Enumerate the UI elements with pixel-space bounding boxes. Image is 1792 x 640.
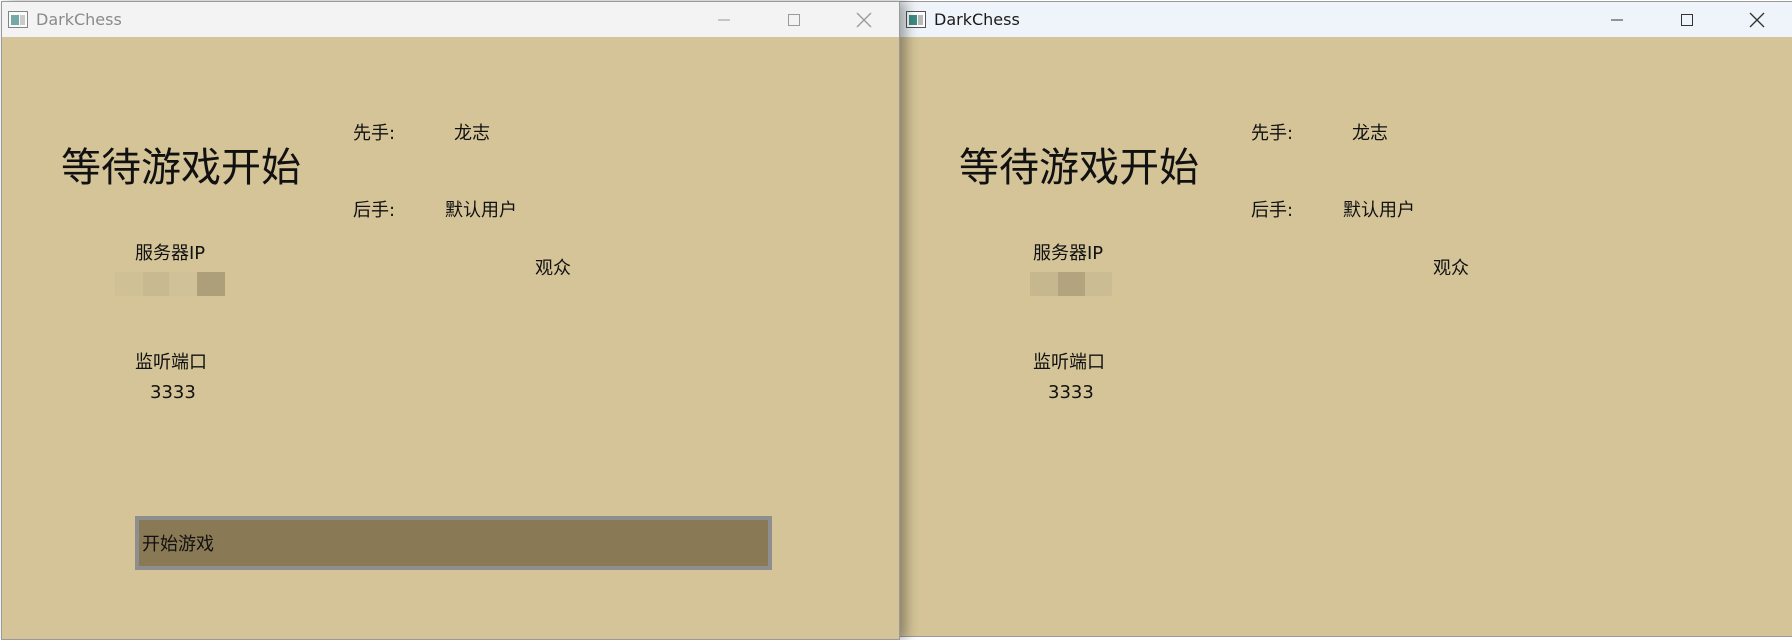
window-controls bbox=[1582, 2, 1792, 37]
minimize-button[interactable] bbox=[689, 2, 759, 37]
game-status-title: 等待游戏开始 bbox=[959, 145, 1199, 191]
first-player-value: 龙志 bbox=[1352, 123, 1388, 144]
maximize-button[interactable] bbox=[759, 2, 829, 37]
maximize-button[interactable] bbox=[1652, 2, 1722, 37]
left-window: DarkChess 等待游戏开始 先手: 龙志 后手: 默认用户 观众 服务器I… bbox=[1, 1, 900, 640]
maximize-icon bbox=[1681, 13, 1693, 26]
title-bar[interactable]: DarkChess bbox=[900, 2, 1792, 37]
first-player-label: 先手: bbox=[353, 123, 396, 144]
first-player-label: 先手: bbox=[1251, 123, 1294, 144]
close-icon bbox=[1749, 12, 1765, 27]
second-player-label: 后手: bbox=[1251, 200, 1294, 221]
close-button[interactable] bbox=[1722, 2, 1792, 37]
window-content: 等待游戏开始 先手: 龙志 后手: 默认用户 观众 服务器IP 监听端口 333… bbox=[2, 37, 899, 639]
start-game-button[interactable]: 开始游戏 bbox=[135, 516, 772, 570]
second-player-value: 默认用户 bbox=[1343, 200, 1415, 221]
listen-port-field[interactable]: 3333 bbox=[1048, 382, 1094, 403]
close-icon bbox=[856, 12, 872, 27]
minimize-button[interactable] bbox=[1582, 2, 1652, 37]
server-ip-label: 服务器IP bbox=[1033, 243, 1104, 264]
app-window-icon bbox=[8, 11, 28, 28]
game-status-title: 等待游戏开始 bbox=[61, 145, 301, 191]
window-controls bbox=[689, 2, 899, 37]
server-ip-field[interactable] bbox=[115, 272, 225, 296]
close-button[interactable] bbox=[829, 2, 899, 37]
server-ip-field[interactable] bbox=[1030, 272, 1112, 296]
minimize-icon bbox=[1611, 19, 1623, 20]
audience-label: 观众 bbox=[1433, 258, 1469, 279]
listen-port-label: 监听端口 bbox=[1033, 352, 1105, 373]
window-title: DarkChess bbox=[934, 10, 1020, 29]
app-window-icon bbox=[906, 11, 926, 28]
second-player-value: 默认用户 bbox=[445, 200, 517, 221]
audience-label: 观众 bbox=[535, 258, 571, 279]
first-player-value: 龙志 bbox=[454, 123, 490, 144]
server-ip-label: 服务器IP bbox=[135, 243, 206, 264]
listen-port-label: 监听端口 bbox=[135, 352, 207, 373]
minimize-icon bbox=[718, 19, 730, 20]
maximize-icon bbox=[788, 13, 800, 26]
second-player-label: 后手: bbox=[353, 200, 396, 221]
title-bar[interactable]: DarkChess bbox=[2, 2, 899, 37]
window-content: 等待游戏开始 先手: 龙志 后手: 默认用户 观众 服务器IP 监听端口 333… bbox=[900, 37, 1792, 636]
window-title: DarkChess bbox=[36, 10, 122, 29]
listen-port-field[interactable]: 3333 bbox=[150, 382, 196, 403]
right-window: DarkChess 等待游戏开始 先手: 龙志 后手: 默认用户 观众 服务器I… bbox=[899, 1, 1792, 637]
